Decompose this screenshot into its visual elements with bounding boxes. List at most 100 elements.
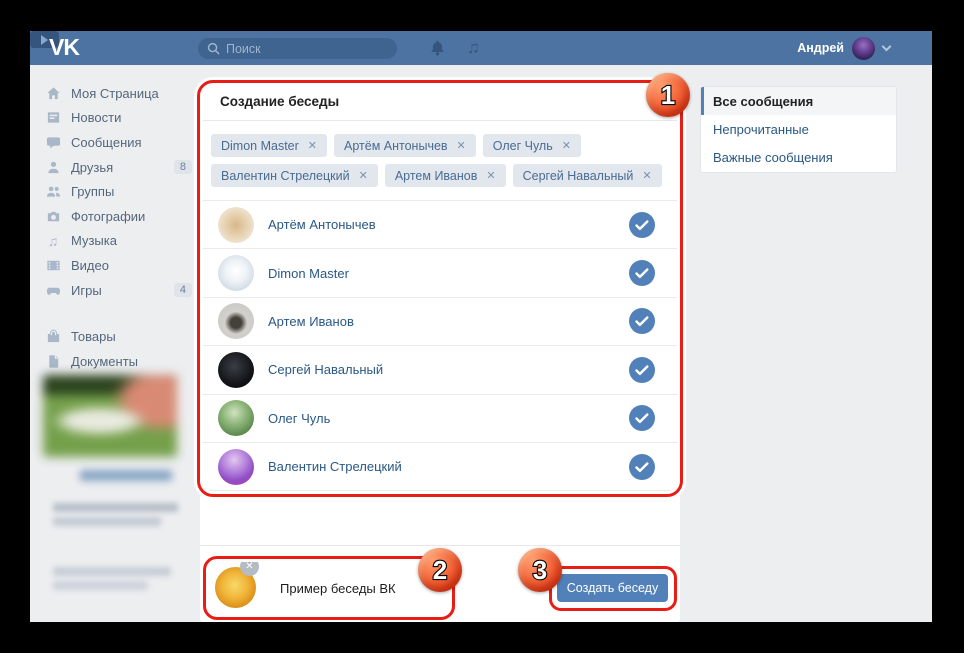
friend-row[interactable]: Валентин Стрелецкий bbox=[200, 443, 680, 492]
member-chip[interactable]: Олег Чуль ✕ bbox=[482, 134, 581, 157]
chip-label: Dimon Master bbox=[221, 138, 299, 153]
friend-avatar bbox=[218, 303, 254, 340]
chip-label: Валентин Стрелецкий bbox=[221, 168, 350, 183]
sidebar-ad-link-blurred bbox=[80, 470, 172, 481]
chat-bubble-icon bbox=[45, 135, 61, 150]
friends-count-badge: 8 bbox=[173, 160, 192, 175]
sidebar-label: Сообщения bbox=[71, 134, 142, 150]
sidebar-ad-text-blurred bbox=[53, 567, 171, 576]
vk-page: VK Поиск ♫ Андрей Моя Страница Новости С… bbox=[30, 31, 932, 622]
selected-members-chips: Dimon Master ✕ Артём Антонычев ✕ Олег Чу… bbox=[200, 121, 680, 194]
search-placeholder: Поиск bbox=[226, 41, 261, 56]
member-chip[interactable]: Артём Антонычев ✕ bbox=[334, 134, 476, 157]
sidebar-item-friends[interactable]: Друзья 8 bbox=[45, 155, 200, 180]
document-icon bbox=[45, 354, 61, 369]
home-icon bbox=[45, 86, 61, 101]
panel-title: Создание беседы bbox=[200, 82, 680, 121]
sidebar-ad-text-blurred bbox=[53, 581, 148, 590]
friend-row[interactable]: Сергей Навальный bbox=[200, 346, 680, 395]
sidebar-label: Фотографии bbox=[71, 208, 146, 224]
gamepad-icon bbox=[45, 283, 61, 298]
messages-filter-menu: Все сообщения Непрочитанные Важные сообщ… bbox=[700, 86, 897, 173]
create-conversation-button[interactable]: Создать беседу bbox=[557, 574, 668, 602]
sidebar-item-photos[interactable]: Фотографии bbox=[45, 204, 200, 229]
sidebar-item-music[interactable]: ♫ Музыка bbox=[45, 229, 200, 254]
friend-name[interactable]: Артем Иванов bbox=[268, 314, 354, 329]
news-icon bbox=[45, 110, 61, 125]
friend-name[interactable]: Dimon Master bbox=[268, 266, 349, 281]
friend-name[interactable]: Сергей Навальный bbox=[268, 362, 383, 377]
filter-all-messages[interactable]: Все сообщения bbox=[701, 87, 896, 116]
chip-label: Артём Антонычев bbox=[344, 138, 448, 153]
member-chip[interactable]: Артем Иванов ✕ bbox=[384, 164, 506, 187]
sidebar-label: Моя Страница bbox=[71, 85, 159, 101]
sidebar-item-video[interactable]: Видео bbox=[45, 253, 200, 278]
selected-check-icon[interactable] bbox=[629, 405, 655, 432]
person-icon bbox=[45, 160, 61, 175]
chip-remove-icon[interactable]: ✕ bbox=[642, 169, 651, 182]
remove-photo-icon[interactable]: ✕ bbox=[240, 557, 259, 576]
sidebar-item-news[interactable]: Новости bbox=[45, 106, 200, 131]
selected-check-icon[interactable] bbox=[629, 260, 655, 287]
selected-check-icon[interactable] bbox=[629, 211, 655, 238]
member-chip[interactable]: Сергей Навальный ✕ bbox=[512, 164, 662, 187]
chip-remove-icon[interactable]: ✕ bbox=[308, 139, 317, 152]
chip-remove-icon[interactable]: ✕ bbox=[457, 139, 466, 152]
conversation-name-input[interactable]: Пример беседы ВК bbox=[280, 581, 396, 596]
annotation-step-3: 3 bbox=[518, 548, 562, 592]
chevron-down-icon bbox=[881, 41, 892, 51]
film-icon bbox=[45, 258, 61, 273]
filter-important[interactable]: Важные сообщения bbox=[701, 144, 896, 172]
friend-avatar bbox=[218, 206, 254, 243]
filter-unread[interactable]: Непрочитанные bbox=[701, 115, 896, 143]
user-menu[interactable]: Андрей bbox=[797, 31, 892, 65]
play-triangle-icon bbox=[41, 34, 48, 45]
music-note-icon: ♫ bbox=[47, 232, 59, 249]
friend-name[interactable]: Олег Чуль bbox=[268, 411, 330, 426]
chip-remove-icon[interactable]: ✕ bbox=[359, 169, 368, 182]
friend-avatar bbox=[218, 448, 254, 485]
sidebar-item-docs[interactable]: Документы bbox=[45, 349, 200, 374]
friend-name[interactable]: Валентин Стрелецкий bbox=[268, 459, 402, 474]
sidebar-label: Товары bbox=[71, 329, 116, 345]
selected-check-icon[interactable] bbox=[629, 308, 655, 335]
friend-avatar bbox=[218, 255, 254, 292]
music-icon[interactable]: ♫ bbox=[467, 39, 480, 57]
friend-avatar bbox=[218, 351, 254, 388]
search-input[interactable]: Поиск bbox=[198, 38, 397, 59]
friends-list: Артём Антонычев Dimon Master Артем Ивано… bbox=[200, 200, 680, 492]
sidebar-ad-text-blurred bbox=[53, 517, 161, 526]
shopping-bag-icon bbox=[45, 329, 61, 344]
member-chip[interactable]: Валентин Стрелецкий ✕ bbox=[211, 164, 378, 187]
annotation-step-1: 1 bbox=[646, 73, 690, 117]
search-icon bbox=[207, 42, 220, 55]
sidebar-item-market[interactable]: Товары bbox=[45, 324, 200, 349]
friend-row[interactable]: Олег Чуль bbox=[200, 395, 680, 443]
sidebar-ad-text-blurred bbox=[53, 503, 178, 512]
chip-remove-icon[interactable]: ✕ bbox=[562, 139, 571, 152]
friend-avatar bbox=[218, 400, 254, 437]
sidebar-item-games[interactable]: Игры 4 bbox=[45, 278, 200, 303]
friend-name[interactable]: Артём Антонычев bbox=[268, 217, 376, 232]
create-conversation-panel: Создание беседы Dimon Master ✕ Артём Ант… bbox=[200, 82, 680, 622]
left-sidebar: Моя Страница Новости Сообщения Друзья 8 … bbox=[45, 81, 200, 374]
member-chip[interactable]: Dimon Master ✕ bbox=[211, 134, 328, 157]
user-avatar bbox=[852, 36, 875, 60]
sidebar-label: Новости bbox=[71, 110, 122, 126]
chip-label: Сергей Навальный bbox=[522, 168, 634, 183]
friend-row[interactable]: Dimon Master bbox=[200, 249, 680, 298]
camera-icon bbox=[45, 209, 61, 224]
chip-remove-icon[interactable]: ✕ bbox=[486, 169, 495, 182]
selected-check-icon[interactable] bbox=[629, 453, 655, 480]
sidebar-item-groups[interactable]: Группы bbox=[45, 179, 200, 204]
friend-row[interactable]: Артём Антонычев bbox=[200, 201, 680, 250]
notifications-bell-icon[interactable] bbox=[429, 39, 446, 57]
games-count-badge: 4 bbox=[173, 283, 192, 298]
sidebar-item-messages[interactable]: Сообщения bbox=[45, 130, 200, 155]
vk-logo[interactable]: VK bbox=[49, 34, 80, 61]
sidebar-item-my-page[interactable]: Моя Страница bbox=[45, 81, 200, 106]
selected-check-icon[interactable] bbox=[629, 356, 655, 383]
friend-row[interactable]: Артем Иванов bbox=[200, 298, 680, 347]
sidebar-label: Игры bbox=[71, 282, 102, 298]
